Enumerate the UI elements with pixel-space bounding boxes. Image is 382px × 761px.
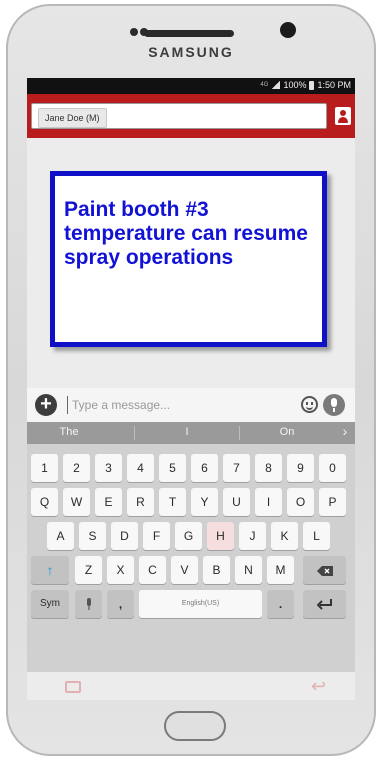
space-bar[interactable]: English(US) xyxy=(139,590,262,618)
message-text: Paint booth #3 temperature can resume sp… xyxy=(64,198,308,269)
battery-icon xyxy=(309,80,315,90)
backspace-icon[interactable] xyxy=(303,556,346,584)
suggestion-bar: The I On › xyxy=(27,422,355,444)
key-1[interactable]: 1 xyxy=(31,454,58,482)
network-type: 4G xyxy=(260,82,269,88)
key-n[interactable]: N xyxy=(235,556,262,584)
android-nav-bar: ↩ xyxy=(27,672,355,700)
person-icon-body xyxy=(338,117,348,123)
key-c[interactable]: C xyxy=(139,556,166,584)
key-f[interactable]: F xyxy=(143,522,170,550)
keyboard: The I On › 1 2 3 4 5 6 7 8 9 0 Q W E R T… xyxy=(27,422,355,672)
key-p[interactable]: P xyxy=(319,488,346,516)
suggestion-1[interactable]: The xyxy=(49,426,89,438)
front-camera xyxy=(280,22,296,38)
key-y[interactable]: Y xyxy=(191,488,218,516)
status-bar: 4G 100% 1:50 PM xyxy=(27,78,355,94)
emoji-icon[interactable] xyxy=(301,396,318,413)
key-b[interactable]: B xyxy=(203,556,230,584)
key-k[interactable]: K xyxy=(271,522,298,550)
key-x[interactable]: X xyxy=(107,556,134,584)
suggestion-3[interactable]: On xyxy=(267,426,307,438)
key-0[interactable]: 0 xyxy=(319,454,346,482)
key-5[interactable]: 5 xyxy=(159,454,186,482)
key-w[interactable]: W xyxy=(63,488,90,516)
key-a[interactable]: A xyxy=(47,522,74,550)
key-8[interactable]: 8 xyxy=(255,454,282,482)
comma-key[interactable]: , xyxy=(107,590,134,618)
key-r[interactable]: R xyxy=(127,488,154,516)
key-l[interactable]: L xyxy=(303,522,330,550)
recipient-field[interactable]: Jane Doe (M) xyxy=(31,103,327,129)
key-t[interactable]: T xyxy=(159,488,186,516)
brand-logo: SAMSUNG xyxy=(148,44,234,60)
key-z[interactable]: Z xyxy=(75,556,102,584)
battery-percent: 100% xyxy=(283,80,307,90)
key-d[interactable]: D xyxy=(111,522,138,550)
key-e[interactable]: E xyxy=(95,488,122,516)
period-key[interactable]: . xyxy=(267,590,294,618)
key-6[interactable]: 6 xyxy=(191,454,218,482)
enter-icon[interactable] xyxy=(303,590,346,618)
key-g[interactable]: G xyxy=(175,522,202,550)
message-input[interactable] xyxy=(67,396,292,414)
sensor-dot-left xyxy=(130,28,138,36)
message-bubble: Paint booth #3 temperature can resume sp… xyxy=(50,171,327,347)
composer-bar: + xyxy=(27,388,355,422)
key-j[interactable]: J xyxy=(239,522,266,550)
mic-key-icon[interactable] xyxy=(75,590,102,618)
key-u[interactable]: U xyxy=(223,488,250,516)
key-q[interactable]: Q xyxy=(31,488,58,516)
key-s[interactable]: S xyxy=(79,522,106,550)
recent-apps-icon[interactable] xyxy=(65,681,81,693)
status-icons: 4G 100% 1:50 PM xyxy=(260,80,351,90)
key-i[interactable]: I xyxy=(255,488,282,516)
key-v[interactable]: V xyxy=(171,556,198,584)
phone-screen: 4G 100% 1:50 PM Jane Doe (M) Paint booth… xyxy=(27,78,355,700)
suggestion-2[interactable]: I xyxy=(167,426,207,438)
key-9[interactable]: 9 xyxy=(287,454,314,482)
earpiece-speaker xyxy=(144,30,234,37)
key-h[interactable]: H xyxy=(207,522,234,550)
suggestion-divider xyxy=(134,426,135,440)
shift-icon[interactable]: ↑ xyxy=(31,556,69,584)
key-2[interactable]: 2 xyxy=(63,454,90,482)
suggestion-divider xyxy=(239,426,240,440)
sym-key[interactable]: Sym xyxy=(31,590,69,618)
mic-icon[interactable] xyxy=(323,394,345,416)
key-3[interactable]: 3 xyxy=(95,454,122,482)
key-o[interactable]: O xyxy=(287,488,314,516)
person-icon xyxy=(340,110,346,116)
contact-button[interactable] xyxy=(335,107,351,125)
conversation-header: Jane Doe (M) xyxy=(27,94,355,138)
signal-icon xyxy=(271,81,281,89)
key-m[interactable]: M xyxy=(267,556,294,584)
home-button[interactable] xyxy=(164,711,226,741)
key-7[interactable]: 7 xyxy=(223,454,250,482)
back-icon[interactable]: ↩ xyxy=(311,676,326,697)
recipient-chip[interactable]: Jane Doe (M) xyxy=(38,108,107,128)
chevron-right-icon[interactable]: › xyxy=(339,423,351,439)
plus-icon[interactable]: + xyxy=(35,394,57,416)
clock: 1:50 PM xyxy=(317,80,351,90)
key-4[interactable]: 4 xyxy=(127,454,154,482)
